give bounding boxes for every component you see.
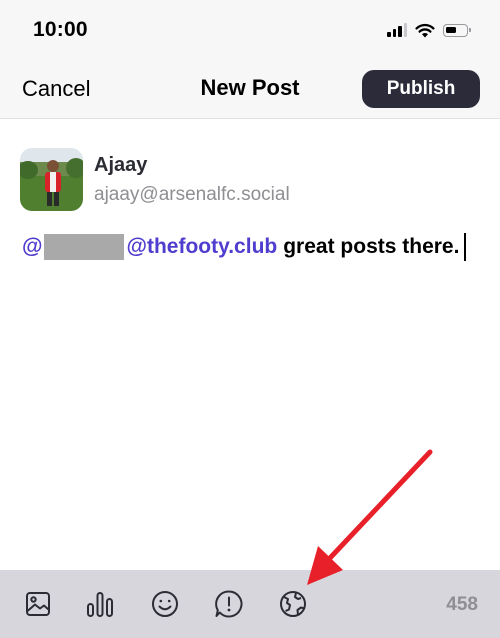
status-icons [387, 20, 471, 40]
cellular-signal-icon [387, 23, 407, 37]
poll-icon [87, 592, 113, 617]
mention-domain: @thefooty.club [126, 235, 278, 258]
redacted-username [44, 234, 125, 260]
visibility-globe-icon [280, 591, 306, 617]
avatar [20, 148, 83, 211]
character-count: 458 [446, 594, 478, 615]
publish-button[interactable]: Publish [362, 70, 480, 108]
account-handle: ajaay@arsenalfc.social [94, 184, 290, 205]
compose-toolbar: 458 [0, 570, 500, 638]
content-warning-button[interactable] [212, 587, 246, 621]
nav-bar: Cancel New Post Publish [0, 60, 500, 119]
post-body-text: great posts there. [283, 235, 460, 258]
wifi-icon [415, 23, 435, 37]
add-image-button[interactable] [21, 587, 55, 621]
text-caret [464, 233, 467, 261]
account-name: Ajaay [94, 154, 148, 176]
status-time: 10:00 [33, 18, 88, 41]
status-bar: 10:00 [0, 0, 500, 60]
content-warning-icon [215, 590, 243, 618]
add-poll-button[interactable] [83, 587, 117, 621]
visibility-button[interactable] [276, 587, 310, 621]
mention-prefix: @ [22, 235, 43, 258]
image-icon [26, 592, 50, 616]
emoji-button[interactable] [148, 587, 182, 621]
compose-text-area[interactable]: @ @thefooty.club great posts there. [22, 233, 467, 261]
battery-icon [443, 23, 471, 37]
emoji-icon [152, 591, 178, 617]
